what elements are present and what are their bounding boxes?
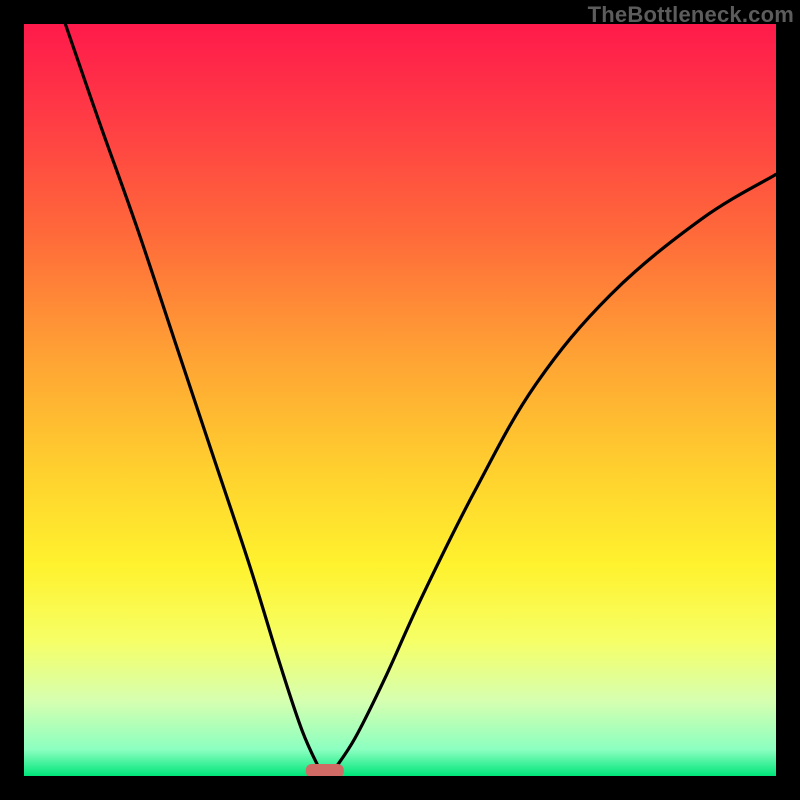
minimum-marker <box>306 764 344 776</box>
gradient-background <box>24 24 776 776</box>
chart-frame <box>24 24 776 776</box>
bottleneck-chart <box>24 24 776 776</box>
